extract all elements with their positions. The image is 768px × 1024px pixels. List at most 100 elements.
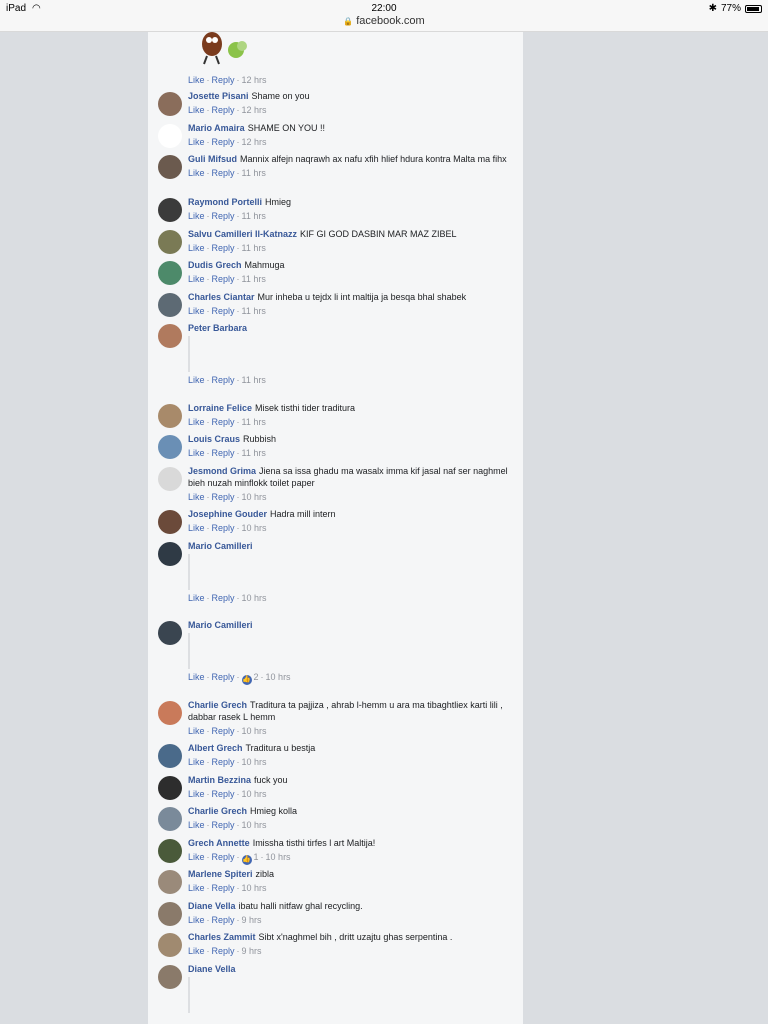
- avatar[interactable]: [158, 965, 182, 989]
- avatar[interactable]: [158, 155, 182, 179]
- reply-link[interactable]: Reply: [212, 915, 235, 925]
- commenter-name[interactable]: Martin Bezzina: [188, 775, 251, 785]
- reply-link[interactable]: Reply: [212, 820, 235, 830]
- reply-link[interactable]: Reply: [212, 75, 235, 85]
- separator: ·: [206, 211, 210, 221]
- reply-link[interactable]: Reply: [212, 306, 235, 316]
- commenter-name[interactable]: Josephine Gouder: [188, 509, 267, 519]
- reply-link[interactable]: Reply: [212, 593, 235, 603]
- commenter-name[interactable]: Louis Craus: [188, 434, 240, 444]
- like-link[interactable]: Like: [188, 375, 205, 385]
- reply-link[interactable]: Reply: [212, 757, 235, 767]
- reply-link[interactable]: Reply: [212, 523, 235, 533]
- reply-link[interactable]: Reply: [212, 137, 235, 147]
- avatar[interactable]: [158, 124, 182, 148]
- commenter-name[interactable]: Charles Ciantar: [188, 292, 255, 302]
- commenter-name[interactable]: Diane Vella: [188, 901, 236, 911]
- commenter-name[interactable]: Marlene Spiteri: [188, 869, 253, 879]
- like-link[interactable]: Like: [188, 417, 205, 427]
- like-link[interactable]: Like: [188, 593, 205, 603]
- avatar[interactable]: [158, 776, 182, 800]
- like-link[interactable]: Like: [188, 523, 205, 533]
- avatar[interactable]: [158, 510, 182, 534]
- commenter-name[interactable]: Albert Grech: [188, 743, 243, 753]
- like-link[interactable]: Like: [188, 168, 205, 178]
- commenter-name[interactable]: Charles Zammit: [188, 932, 256, 942]
- reply-link[interactable]: Reply: [212, 105, 235, 115]
- reply-link[interactable]: Reply: [212, 168, 235, 178]
- reply-link[interactable]: Reply: [212, 492, 235, 502]
- reply-link[interactable]: Reply: [212, 852, 235, 862]
- reply-link[interactable]: Reply: [212, 274, 235, 284]
- avatar[interactable]: [158, 261, 182, 285]
- commenter-name[interactable]: Raymond Portelli: [188, 197, 262, 207]
- like-link[interactable]: Like: [188, 492, 205, 502]
- avatar[interactable]: [158, 92, 182, 116]
- avatar[interactable]: [158, 744, 182, 768]
- avatar[interactable]: [158, 701, 182, 725]
- address-bar[interactable]: 🔒 facebook.com: [0, 15, 768, 27]
- commenter-name[interactable]: Diane Vella: [188, 964, 236, 974]
- reaction-count[interactable]: 2: [254, 672, 259, 682]
- avatar[interactable]: [158, 870, 182, 894]
- like-link[interactable]: Like: [188, 915, 205, 925]
- reply-link[interactable]: Reply: [212, 243, 235, 253]
- reply-link[interactable]: Reply: [212, 417, 235, 427]
- reply-link[interactable]: Reply: [212, 672, 235, 682]
- avatar[interactable]: [158, 542, 182, 566]
- commenter-name[interactable]: Grech Annette: [188, 838, 250, 848]
- avatar[interactable]: [158, 324, 182, 348]
- commenter-name[interactable]: Josette Pisani: [188, 91, 249, 101]
- commenter-name[interactable]: Mario Camilleri: [188, 620, 253, 630]
- reply-link[interactable]: Reply: [212, 375, 235, 385]
- like-link[interactable]: Like: [188, 306, 205, 316]
- like-link[interactable]: Like: [188, 274, 205, 284]
- avatar[interactable]: [158, 933, 182, 957]
- commenter-name[interactable]: Charlie Grech: [188, 806, 247, 816]
- reply-link[interactable]: Reply: [212, 448, 235, 458]
- commenter-name[interactable]: Jesmond Grima: [188, 466, 256, 476]
- avatar[interactable]: [158, 467, 182, 491]
- like-link[interactable]: Like: [188, 211, 205, 221]
- like-link[interactable]: Like: [188, 789, 205, 799]
- like-link[interactable]: Like: [188, 105, 205, 115]
- avatar[interactable]: [158, 621, 182, 645]
- commenter-name[interactable]: Mario Camilleri: [188, 541, 253, 551]
- avatar[interactable]: [158, 902, 182, 926]
- like-link[interactable]: Like: [188, 757, 205, 767]
- avatar[interactable]: [158, 435, 182, 459]
- commenter-name[interactable]: Dudis Grech: [188, 260, 242, 270]
- commenter-name[interactable]: Salvu Camilleri Il-Katnazz: [188, 229, 297, 239]
- commenter-name[interactable]: Mario Amaira: [188, 123, 245, 133]
- commenter-name[interactable]: Lorraine Felice: [188, 403, 252, 413]
- commenter-name[interactable]: Charlie Grech: [188, 700, 247, 710]
- avatar[interactable]: [158, 198, 182, 222]
- like-link[interactable]: Like: [188, 852, 205, 862]
- like-link[interactable]: Like: [188, 448, 205, 458]
- avatar[interactable]: [158, 293, 182, 317]
- reply-link[interactable]: Reply: [212, 726, 235, 736]
- reply-link[interactable]: Reply: [212, 946, 235, 956]
- like-link[interactable]: Like: [188, 672, 205, 682]
- separator: ·: [206, 789, 210, 799]
- reply-link[interactable]: Reply: [212, 789, 235, 799]
- like-link[interactable]: Like: [188, 946, 205, 956]
- reply-link[interactable]: Reply: [212, 883, 235, 893]
- commenter-name[interactable]: Guli Mifsud: [188, 154, 237, 164]
- avatar[interactable]: [158, 230, 182, 254]
- reaction-count[interactable]: 1: [254, 852, 259, 862]
- like-link[interactable]: Like: [188, 137, 205, 147]
- like-link[interactable]: Like: [188, 726, 205, 736]
- like-reaction-icon[interactable]: 👍: [241, 855, 252, 865]
- separator: ·: [236, 306, 240, 316]
- like-link[interactable]: Like: [188, 883, 205, 893]
- avatar[interactable]: [158, 807, 182, 831]
- like-link[interactable]: Like: [188, 75, 205, 85]
- like-reaction-icon[interactable]: 👍: [241, 675, 252, 685]
- commenter-name[interactable]: Peter Barbara: [188, 323, 247, 333]
- reply-link[interactable]: Reply: [212, 211, 235, 221]
- avatar[interactable]: [158, 839, 182, 863]
- like-link[interactable]: Like: [188, 820, 205, 830]
- avatar[interactable]: [158, 404, 182, 428]
- like-link[interactable]: Like: [188, 243, 205, 253]
